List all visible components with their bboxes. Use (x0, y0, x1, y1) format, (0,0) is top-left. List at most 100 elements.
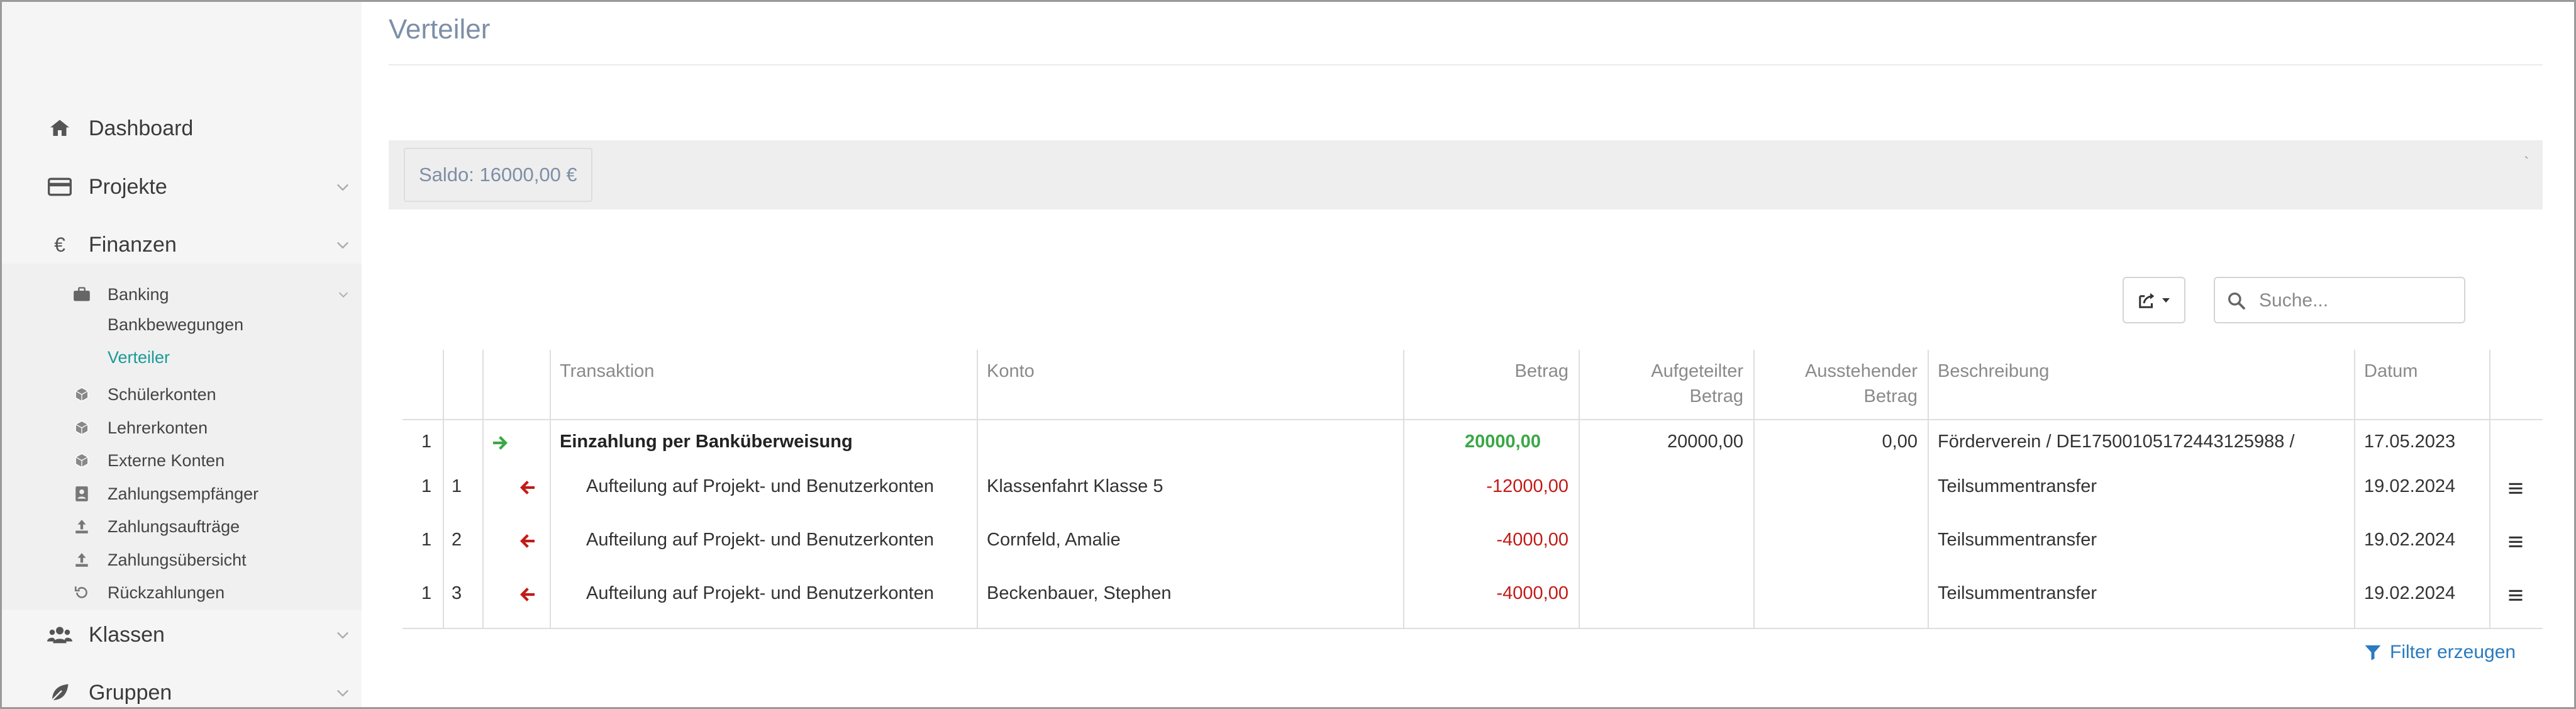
export-button[interactable] (2123, 277, 2185, 323)
chevron-down-icon (337, 632, 348, 639)
caret-down-icon (2162, 298, 2170, 303)
column-divider (977, 350, 978, 629)
cell-beschreibung: Teilsummentransfer (1938, 476, 2097, 496)
cell-beschreibung: Teilsummentransfer (1938, 530, 2097, 550)
column-divider (482, 350, 484, 629)
row-index: 1 (421, 476, 432, 496)
cell-betrag: -12000,00 (1486, 476, 1568, 496)
column-header-aufgeteilter-betrag[interactable]: Aufgeteilter Betrag (1584, 359, 1743, 409)
header-divider (402, 419, 2543, 420)
sidebar-item-label: Dashboard (89, 116, 194, 140)
header-line: Aufgeteilter (1651, 361, 1743, 381)
saldo-badge: Saldo: 16000,00 € (404, 148, 592, 202)
sidebar-item-label: Banking (108, 284, 169, 304)
search-input[interactable] (2259, 284, 2454, 317)
header-line: Betrag (1863, 386, 1918, 406)
credit-card-icon (47, 174, 72, 199)
sidebar-item-zahlungsauftraege[interactable]: Zahlungsaufträge (2, 511, 362, 542)
divider (389, 64, 2543, 65)
home-icon (47, 116, 72, 141)
sidebar-item-rueckzahlungen[interactable]: Rückzahlungen (2, 577, 362, 608)
sidebar-item-label: Schülerkonten (108, 384, 216, 404)
sidebar-item-label: Klassen (89, 622, 165, 647)
column-divider (550, 350, 551, 629)
cell-beschreibung: Teilsummentransfer (1938, 583, 2097, 603)
cell-transaktion: Aufteilung auf Projekt- und Benutzerkont… (586, 476, 934, 496)
column-header-beschreibung[interactable]: Beschreibung (1938, 359, 2049, 384)
header-line: Ausstehender (1805, 361, 1918, 381)
cube-icon (72, 418, 91, 437)
panel-toggle[interactable]: ` (2524, 154, 2529, 170)
column-header-datum[interactable]: Datum (2364, 359, 2418, 384)
sidebar-item-gruppen[interactable]: Gruppen (2, 667, 362, 709)
cell-transaktion: Einzahlung per Banküberweisung (560, 432, 853, 452)
chevron-down-icon (337, 242, 348, 249)
chevron-down-icon (337, 689, 348, 697)
cell-datum: 17.05.2023 (2364, 432, 2456, 452)
sidebar-item-label: Zahlungsaufträge (108, 516, 240, 536)
column-divider (2354, 350, 2355, 629)
sidebar-item-klassen[interactable]: Klassen (2, 610, 362, 660)
arrow-left-icon (519, 481, 535, 494)
arrow-left-icon (519, 534, 535, 548)
sidebar-item-zahlungsempfaenger[interactable]: Zahlungsempfänger (2, 478, 362, 510)
distribution-table: Transaktion Konto Betrag Aufgeteilter Be… (402, 350, 2543, 629)
sidebar-item-bankbewegungen[interactable]: Bankbewegungen (108, 315, 243, 335)
chevron-down-icon (338, 292, 348, 298)
row-menu-icon[interactable] (2507, 479, 2524, 497)
search-icon (2228, 293, 2245, 310)
column-header-ausstehender-betrag[interactable]: Ausstehender Betrag (1758, 359, 1918, 409)
sidebar-item-zahlungsuebersicht[interactable]: Zahlungsübersicht (2, 544, 362, 576)
sidebar-item-externe-konten[interactable]: Externe Konten (2, 445, 362, 476)
cell-betrag: -4000,00 (1496, 530, 1569, 550)
sidebar-item-label: Projekte (89, 174, 167, 199)
cell-konto: Beckenbauer, Stephen (987, 583, 1172, 603)
column-header-betrag[interactable]: Betrag (1409, 359, 1568, 384)
column-divider (443, 350, 444, 629)
cell-datum: 19.02.2024 (2364, 530, 2456, 550)
cell-datum: 19.02.2024 (2364, 583, 2456, 603)
row-menu-icon[interactable] (2507, 586, 2524, 604)
row-subindex: 1 (452, 476, 462, 496)
column-divider (1753, 350, 1755, 629)
export-icon (2139, 293, 2155, 308)
filter-label: Filter erzeugen (2390, 642, 2516, 662)
row-subindex: 3 (452, 583, 462, 603)
row-index: 1 (421, 530, 432, 550)
sidebar-item-finanzen[interactable]: € Finanzen (2, 220, 362, 270)
sidebar-item-verteiler[interactable]: Verteiler (108, 348, 170, 367)
column-header-konto[interactable]: Konto (987, 359, 1035, 384)
chevron-down-icon (337, 184, 348, 191)
sidebar: Dashboard Projekte € Finanzen Banking Ba… (2, 2, 362, 707)
search-box (2214, 277, 2465, 323)
sidebar-item-label: Zahlungsübersicht (108, 550, 247, 569)
cell-beschreibung: Förderverein / DE17500105172443125988 / (1938, 432, 2295, 452)
filter-create-link[interactable]: Filter erzeugen (2363, 642, 2516, 663)
column-header-transaktion[interactable]: Transaktion (560, 359, 654, 384)
row-menu-icon[interactable] (2507, 533, 2524, 550)
saldo-panel: Saldo: 16000,00 € ` (389, 140, 2543, 209)
sidebar-item-projekte[interactable]: Projekte (2, 162, 362, 212)
row-subindex: 2 (452, 530, 462, 550)
cell-betrag: 20000,00 (1465, 432, 1541, 452)
cell-konto: Klassenfahrt Klasse 5 (987, 476, 1163, 496)
page-title: Verteiler (389, 14, 491, 45)
sidebar-item-lehrerkonten[interactable]: Lehrerkonten (2, 412, 362, 444)
row-index: 1 (421, 583, 432, 603)
sidebar-item-banking[interactable]: Banking (2, 279, 362, 310)
upload-icon (72, 550, 91, 569)
contact-card-icon (72, 484, 91, 503)
filter-icon (2365, 645, 2381, 661)
column-divider (2489, 350, 2490, 629)
sidebar-item-label: Externe Konten (108, 450, 225, 470)
leaf-icon (47, 680, 72, 705)
sidebar-item-label: Lehrerkonten (108, 418, 208, 437)
sidebar-item-schuelerkonten[interactable]: Schülerkonten (2, 379, 362, 410)
column-divider (1579, 350, 1580, 629)
arrow-left-icon (519, 588, 535, 601)
finanzen-submenu: Banking Bankbewegungen Verteiler Schüler… (2, 264, 362, 610)
cell-transaktion: Aufteilung auf Projekt- und Benutzerkont… (586, 583, 934, 603)
sidebar-item-dashboard[interactable]: Dashboard (2, 103, 362, 154)
header-line: Betrag (1689, 386, 1743, 406)
sidebar-item-label: Finanzen (89, 232, 177, 257)
